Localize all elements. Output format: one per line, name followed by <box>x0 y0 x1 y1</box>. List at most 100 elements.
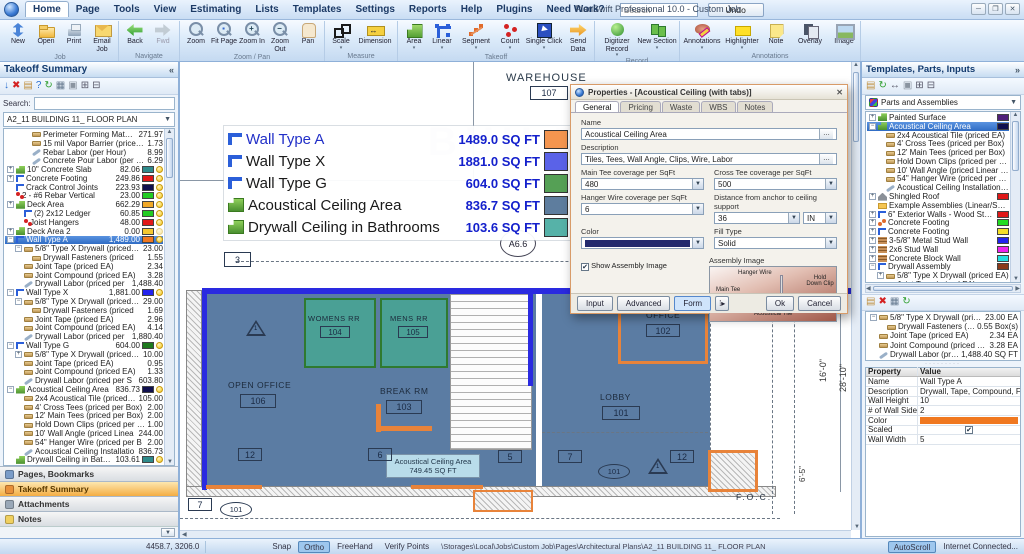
color-swatch[interactable] <box>997 237 1009 245</box>
takeoff-tree-item[interactable]: −5/8" Type X Drywall (priced EA) 29.00 <box>5 297 163 306</box>
template-tree-item[interactable]: − Drywall Assembly <box>867 262 1009 271</box>
properties-icon[interactable]: ▤ <box>23 81 32 91</box>
print-button[interactable]: Print <box>60 21 88 53</box>
template-tree-item[interactable]: +5/8" Type X Drywall (priced EA) <box>867 271 1009 280</box>
zoom-in-button[interactable]: Zoom In <box>238 21 266 53</box>
color-swatch[interactable] <box>142 227 154 235</box>
tree-expand-icon[interactable]: − <box>869 122 876 130</box>
open-button[interactable]: Open <box>32 21 60 53</box>
note-button[interactable]: Note <box>762 21 790 52</box>
visibility-bulb-icon[interactable] <box>156 201 163 209</box>
tree-expand-icon[interactable]: + <box>877 272 884 280</box>
segment-button[interactable]: Segment ▾ <box>456 21 496 53</box>
takeoff-tree-item[interactable]: 15 mil Vapor Barrier (priced pe 1.73 <box>5 139 163 148</box>
maximize-button[interactable]: ❐ <box>988 3 1003 15</box>
color-swatch[interactable] <box>142 183 154 191</box>
resize-icon[interactable]: ↔ <box>890 81 900 91</box>
accordion-notes[interactable]: Notes <box>0 511 178 526</box>
visibility-bulb-icon[interactable] <box>156 210 163 218</box>
takeoff-tree-item[interactable]: Acoustical Ceiling Installatio 836.73 <box>5 447 163 456</box>
email-job-button[interactable]: Email Job <box>88 21 116 53</box>
color-swatch[interactable] <box>142 192 154 200</box>
takeoff-tree-item[interactable]: Joint Compound (priced EA) 4.14 <box>5 323 163 332</box>
paste-icon[interactable]: ▣ <box>903 81 912 91</box>
autoscroll-toggle[interactable]: AutoScroll <box>887 540 937 553</box>
advanced-button[interactable]: Advanced <box>616 296 671 311</box>
templates-hscrollbar[interactable]: ◀ ▶ <box>865 283 1021 293</box>
takeoff-tree-item[interactable]: + Concrete Footing 249.86 <box>5 174 163 183</box>
properties-icon[interactable]: ▤ <box>866 297 875 307</box>
color-swatch[interactable] <box>142 201 154 209</box>
expand-all-icon[interactable]: ⊞ <box>81 81 89 91</box>
back-button[interactable]: Back <box>121 21 149 52</box>
dialog-tab-general[interactable]: General <box>575 101 620 112</box>
description-field[interactable]: Tiles, Tees, Wall Angle, Clips, Wire, La… <box>581 153 837 165</box>
accordion-attachments[interactable]: Attachments <box>0 496 178 511</box>
legend-row[interactable]: Wall Type A 1489.0 SQ FT <box>228 128 568 150</box>
tree-expand-icon[interactable]: − <box>7 386 14 393</box>
area-button[interactable]: Area ▾ <box>400 21 428 53</box>
menu-tab-plugins[interactable]: Plugins <box>489 2 539 17</box>
template-tree-item[interactable]: + Painted Surface <box>867 113 1009 122</box>
property-row-name[interactable]: Name Wall Type A <box>866 377 1020 387</box>
ellipsis-button[interactable]: … <box>819 129 833 139</box>
color-swatch[interactable] <box>997 228 1009 236</box>
collapse-all-icon[interactable]: ⊟ <box>92 81 100 91</box>
property-row--of-wall-side[interactable]: # of Wall Side 2 <box>866 406 1020 416</box>
takeoff-tree-item[interactable]: Drywall Labor (priced per S 603.80 <box>5 376 163 386</box>
tree-expand-icon[interactable]: + <box>869 237 876 245</box>
menu-tab-view[interactable]: View <box>147 2 184 17</box>
color-swatch[interactable] <box>997 122 1009 130</box>
tree-expand-icon[interactable]: − <box>869 263 876 271</box>
takeoff-tree-item[interactable]: Hold Down Clips (priced per Box) 1.00 <box>5 420 163 429</box>
property-row-description[interactable]: DescriptionDrywall, Tape, Compound, Fast… <box>866 386 1020 397</box>
tree-expand-icon[interactable]: + <box>869 219 876 227</box>
templates-tree-scrollbar[interactable]: ▲ ▼ <box>1010 112 1020 282</box>
wall-type-a-segment[interactable] <box>376 426 432 431</box>
dropdown-caret-icon[interactable]: ▾ <box>543 45 546 50</box>
parts-selector[interactable]: Parts and Assemblies ▼ <box>865 95 1021 110</box>
pan-button[interactable]: Pan <box>294 21 322 53</box>
template-tree-item[interactable]: +6" Exterior Walls - Wood Studs - Insula… <box>867 210 1009 219</box>
takeoff-tree-item[interactable]: 2 - #6 Rebar Vertical 23.00 <box>5 191 163 200</box>
menu-tab-lists[interactable]: Lists <box>248 2 285 17</box>
fill-type-combo[interactable]: Solid ▼ <box>714 237 837 249</box>
color-swatch[interactable] <box>142 174 154 182</box>
item-tree-row[interactable]: −5/8" Type X Drywall (priced EA)23.00 EA <box>868 313 1018 322</box>
plan-canvas[interactable]: BUILDING 1 WAREHOUSE 107 Wall Type A1489… <box>180 62 860 538</box>
refresh-icon[interactable]: ↻ <box>878 81 886 91</box>
takeoff-tree-item[interactable]: − Acoustical Ceiling Area 836.73 <box>5 385 163 394</box>
template-tree-item[interactable]: Acoustical Ceiling Installation (priced … <box>867 183 1009 193</box>
color-swatch[interactable] <box>997 219 1009 227</box>
zoom-out-button[interactable]: Zoom Out <box>266 21 294 53</box>
menu-tab-page[interactable]: Page <box>69 2 107 17</box>
takeoff-tree-item[interactable]: Joint Tape (priced EA) 2.96 <box>5 315 163 324</box>
chevron-down-icon[interactable]: ▼ <box>164 116 171 123</box>
dialog-tab-notes[interactable]: Notes <box>736 101 774 112</box>
visibility-bulb-icon[interactable] <box>156 342 163 350</box>
zoom-button[interactable]: Zoom <box>182 21 210 53</box>
takeoff-tree-item[interactable]: Joint Tape (priced EA) 2.34 <box>5 262 163 271</box>
digitizer-record-button[interactable]: Digitizer Record ▾ <box>597 21 637 58</box>
snap-toggle[interactable]: Snap <box>267 541 296 553</box>
visibility-bulb-icon[interactable] <box>156 227 163 235</box>
color-swatch[interactable] <box>142 166 154 174</box>
report-icon[interactable]: ▦ <box>56 81 65 91</box>
dropdown-caret-icon[interactable]: ▾ <box>741 45 744 50</box>
visibility-bulb-icon[interactable] <box>156 183 163 191</box>
color-swatch[interactable] <box>142 342 154 350</box>
minimize-button[interactable]: ─ <box>971 3 986 15</box>
dialog-tab-wbs[interactable]: WBS <box>701 101 736 112</box>
color-swatch[interactable] <box>997 193 1009 201</box>
template-tree-item[interactable]: Hold Down Clips (priced per Box) <box>867 157 1009 166</box>
report-icon[interactable]: ▦ <box>890 297 899 307</box>
dialog-titlebar[interactable]: Properties - [Acoustical Ceiling (with t… <box>571 85 847 100</box>
legend-row[interactable]: Wall Type X 1881.0 SQ FT <box>228 150 568 172</box>
tree-expand-icon[interactable]: + <box>869 193 876 201</box>
refresh-icon[interactable]: ↻ <box>902 297 910 307</box>
tree-expand-icon[interactable]: − <box>7 289 14 297</box>
new-section-button[interactable]: New Section ▾ <box>637 21 677 57</box>
takeoff-tree-item[interactable]: Drywall Fasteners (priced 1.69 <box>5 306 163 315</box>
takeoff-search-input[interactable] <box>33 97 175 110</box>
item-tree-row[interactable]: Drywall Fasteners (priced per Box)0.55 B… <box>868 322 1018 331</box>
